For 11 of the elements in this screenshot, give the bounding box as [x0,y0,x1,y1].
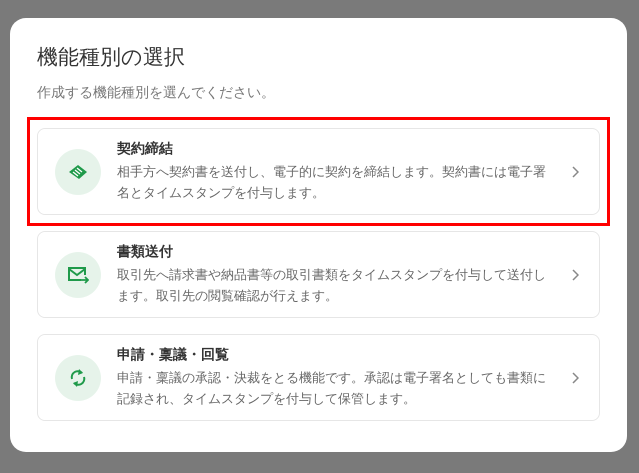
option-description: 取引先へ請求書や納品書等の取引書類をタイムスタンプを付与して送付します。取引先の閲覧確認が行えます。 [117,267,547,306]
option-card[interactable]: 契約締結 相手方へ契約書を送付し、電子的に契約を締結します。契約書には電子署名とタイムスタンプを付与します。 [37,128,600,216]
option-card[interactable]: 申請・稟議・回覧 申請・稟議の承認・決裁をとる機能です。承認は電子署名としても書類に記録され、タイムスタンプを付与して保管します。 [37,334,600,422]
dialog-subtitle: 作成する機能種別を選んでください。 [37,84,276,104]
option-card[interactable]: 書類送付 取引先へ請求書や納品書等の取引書類をタイムスタンプを付与して送付します。取引先の閲覧確認が行えます。 [37,231,600,318]
option-title: 申請・稟議・回覧 [117,346,230,366]
dialog-title: 機能種別の選択 [37,44,186,71]
option-title: 書類送付 [117,243,174,262]
option-title: 契約締結 [117,140,174,160]
option-description: 相手方へ契約書を送付し、電子的に契約を締結します。契約書には電子署名とタイムスタンプを付与します。 [117,164,547,204]
option-description: 申請・稟議の承認・決裁をとる機能です。承認は電子署名としても書類に記録され、タイムスタンプを付与して保管します。 [117,370,547,410]
